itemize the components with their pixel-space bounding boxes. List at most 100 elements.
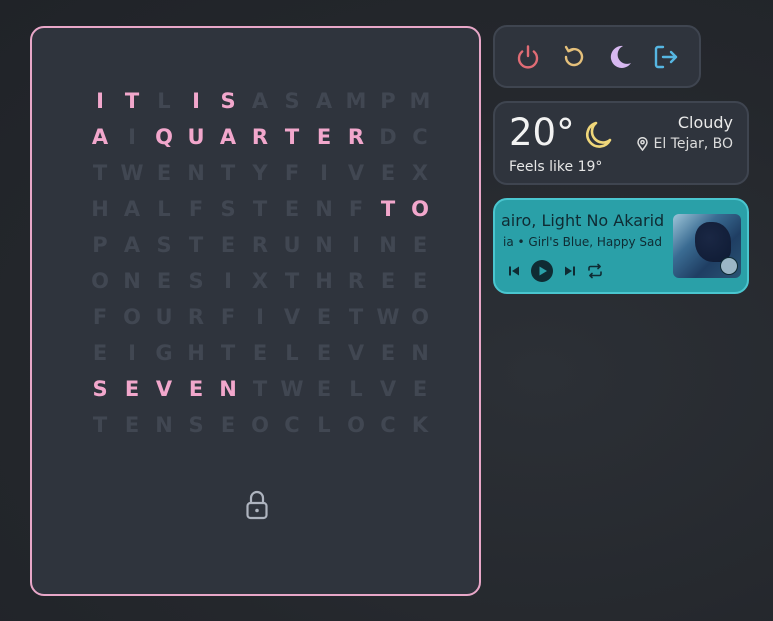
clock-letter: T [92,413,108,437]
clock-letter: O [411,305,429,329]
clock-letter: C [284,413,300,437]
clock-letter: E [220,233,236,257]
clock-letter: H [315,269,333,293]
clock-letter: O [347,413,365,437]
media-controls [507,260,603,282]
clock-letter: F [220,305,236,329]
clock-letter: V [379,377,397,401]
song-artist: ia • Girl's Blue, Happy Sad [503,235,662,249]
album-art-figure [695,222,731,262]
album-play-icon [720,257,738,275]
clock-letter: A [91,125,109,149]
clock-letter: T [124,89,140,113]
clock-letter: E [380,269,396,293]
repeat-button[interactable] [587,263,603,279]
clock-letter: E [316,341,332,365]
word-clock-panel: ITLISASAMPMAIQUARTERDCTWENTYFIVEXHALFSTE… [30,26,481,596]
clock-letter: P [380,89,396,113]
clock-letter: I [96,89,104,113]
clock-letter: H [91,197,109,221]
media-player: airo, Light No Akaridak ia • Girl's Blue… [493,198,749,294]
clock-letter: R [347,269,365,293]
clock-letter: T [348,305,364,329]
clock-letter: E [92,341,108,365]
clock-letter: V [347,161,365,185]
clock-letter: N [411,341,429,365]
clock-letter: I [320,161,328,185]
clock-letter: X [251,269,269,293]
clock-letter: P [92,233,108,257]
clock-letter: I [192,89,200,113]
clock-letter: E [380,341,396,365]
clock-letter: S [92,377,108,401]
moon-night-icon [580,119,614,157]
clock-letter: E [316,305,332,329]
clock-letter: R [187,305,205,329]
clock-letter: Y [252,161,268,185]
clock-letter: O [123,305,141,329]
power-button[interactable] [513,42,543,72]
clock-letter: A [123,197,141,221]
clock-letter: O [91,269,109,293]
clock-letter: G [155,341,173,365]
sleep-button[interactable] [605,42,635,72]
clock-letter: I [224,269,232,293]
temperature: 20° [509,111,575,154]
location-pin-icon [636,137,648,151]
previous-button[interactable] [507,264,521,278]
logout-button[interactable] [651,42,681,72]
clock-letter: X [411,161,429,185]
clock-letter: S [188,269,204,293]
clock-letter: T [92,161,108,185]
location-label: El Tejar, BO [653,136,733,152]
clock-letter: N [187,161,205,185]
moon-sleep-icon [610,45,631,68]
clock-letter: A [123,233,141,257]
clock-letter: T [188,233,204,257]
clock-letter: O [251,413,269,437]
restart-button[interactable] [559,42,589,72]
clock-letter: S [220,89,236,113]
clock-letter: H [187,341,205,365]
clock-letter: O [411,197,429,221]
clock-letter: F [92,305,108,329]
clock-letter: U [155,305,173,329]
repeat-icon [588,263,602,279]
power-icon [517,44,539,69]
clock-letter: N [315,233,333,257]
restart-icon [564,45,584,66]
clock-letter: L [285,341,299,365]
clock-letter: E [156,269,172,293]
clock-letter: R [251,233,269,257]
clock-letter: T [284,269,300,293]
clock-letter: E [124,413,140,437]
feels-like: Feels like 19° [509,159,603,175]
clock-letter: E [220,413,236,437]
clock-letter: C [380,413,396,437]
clock-letter: S [284,89,300,113]
clock-letter: A [315,89,333,113]
clock-letter: A [219,125,237,149]
clock-letter: U [187,125,205,149]
clock-letter: Q [155,125,173,149]
lock-icon[interactable] [244,490,270,520]
weather-location: El Tejar, BO [636,136,733,152]
play-button[interactable] [531,260,553,282]
clock-letter: N [315,197,333,221]
clock-letter: L [157,197,171,221]
clock-letter: R [251,125,269,149]
clock-letter: S [156,233,172,257]
power-menu [493,25,701,88]
clock-letter: W [280,377,304,401]
clock-letter: E [252,341,268,365]
clock-letter: T [252,197,268,221]
clock-letter: L [317,413,331,437]
clock-letter: K [411,413,429,437]
clock-letter: V [283,305,301,329]
next-button[interactable] [563,264,577,278]
clock-letter: I [128,125,136,149]
album-art[interactable] [673,214,741,278]
word-clock-grid: ITLISASAMPMAIQUARTERDCTWENTYFIVEXHALFSTE… [84,83,436,443]
clock-letter: E [124,377,140,401]
clock-letter: I [352,233,360,257]
